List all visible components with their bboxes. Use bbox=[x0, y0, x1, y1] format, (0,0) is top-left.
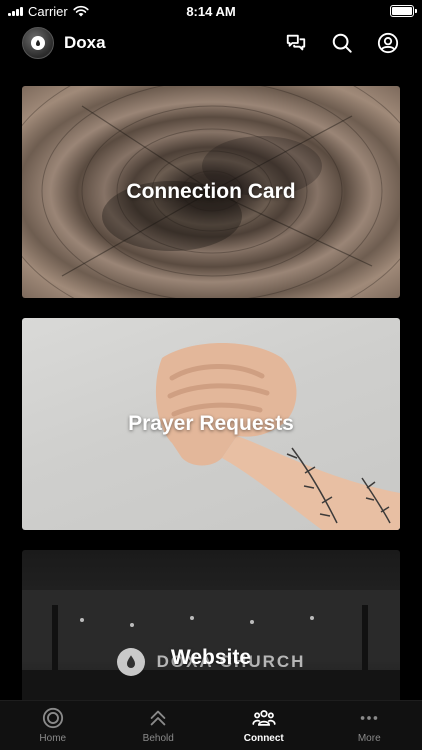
tab-behold[interactable]: Behold bbox=[106, 701, 212, 750]
home-circle-icon bbox=[41, 707, 65, 729]
profile-icon[interactable] bbox=[376, 31, 400, 55]
carrier-label: Carrier bbox=[28, 3, 68, 19]
header-actions bbox=[284, 31, 400, 55]
tab-more-label: More bbox=[357, 733, 381, 744]
search-icon[interactable] bbox=[330, 31, 354, 55]
church-interior-image bbox=[22, 550, 400, 700]
app-title: Doxa bbox=[64, 33, 106, 52]
wifi-icon bbox=[73, 5, 89, 17]
prayer-requests-tile[interactable]: Prayer Requests bbox=[22, 318, 400, 530]
tab-more[interactable]: More bbox=[317, 701, 422, 750]
website-tile[interactable]: DOXA CHURCH Website bbox=[22, 550, 400, 700]
signal-icon bbox=[8, 6, 23, 16]
app-header: Doxa bbox=[0, 24, 422, 62]
church-avatar[interactable] bbox=[22, 27, 54, 59]
status-left: Carrier bbox=[8, 4, 89, 19]
connection-card-tile[interactable]: Connection Card bbox=[22, 86, 400, 298]
avatar-flame-icon bbox=[31, 36, 45, 50]
tab-bar: Home Behold Connect More bbox=[0, 700, 422, 750]
tab-connect-label: Connect bbox=[243, 733, 284, 744]
battery-icon bbox=[390, 5, 417, 17]
messages-icon[interactable] bbox=[284, 31, 308, 55]
tab-behold-label: Behold bbox=[142, 733, 174, 744]
prayer-requests-label: Prayer Requests bbox=[128, 412, 294, 435]
tab-home-label: Home bbox=[39, 733, 67, 744]
battery-fill bbox=[392, 7, 412, 15]
status-bar: Carrier 8:14 AM bbox=[0, 0, 422, 22]
tab-home[interactable]: Home bbox=[0, 701, 106, 750]
chevrons-up-icon bbox=[146, 707, 170, 729]
connection-card-label: Connection Card bbox=[126, 180, 296, 203]
tab-connect[interactable]: Connect bbox=[211, 701, 317, 750]
ellipsis-icon bbox=[357, 707, 381, 729]
people-icon bbox=[252, 707, 276, 729]
website-label: Website bbox=[170, 646, 252, 669]
